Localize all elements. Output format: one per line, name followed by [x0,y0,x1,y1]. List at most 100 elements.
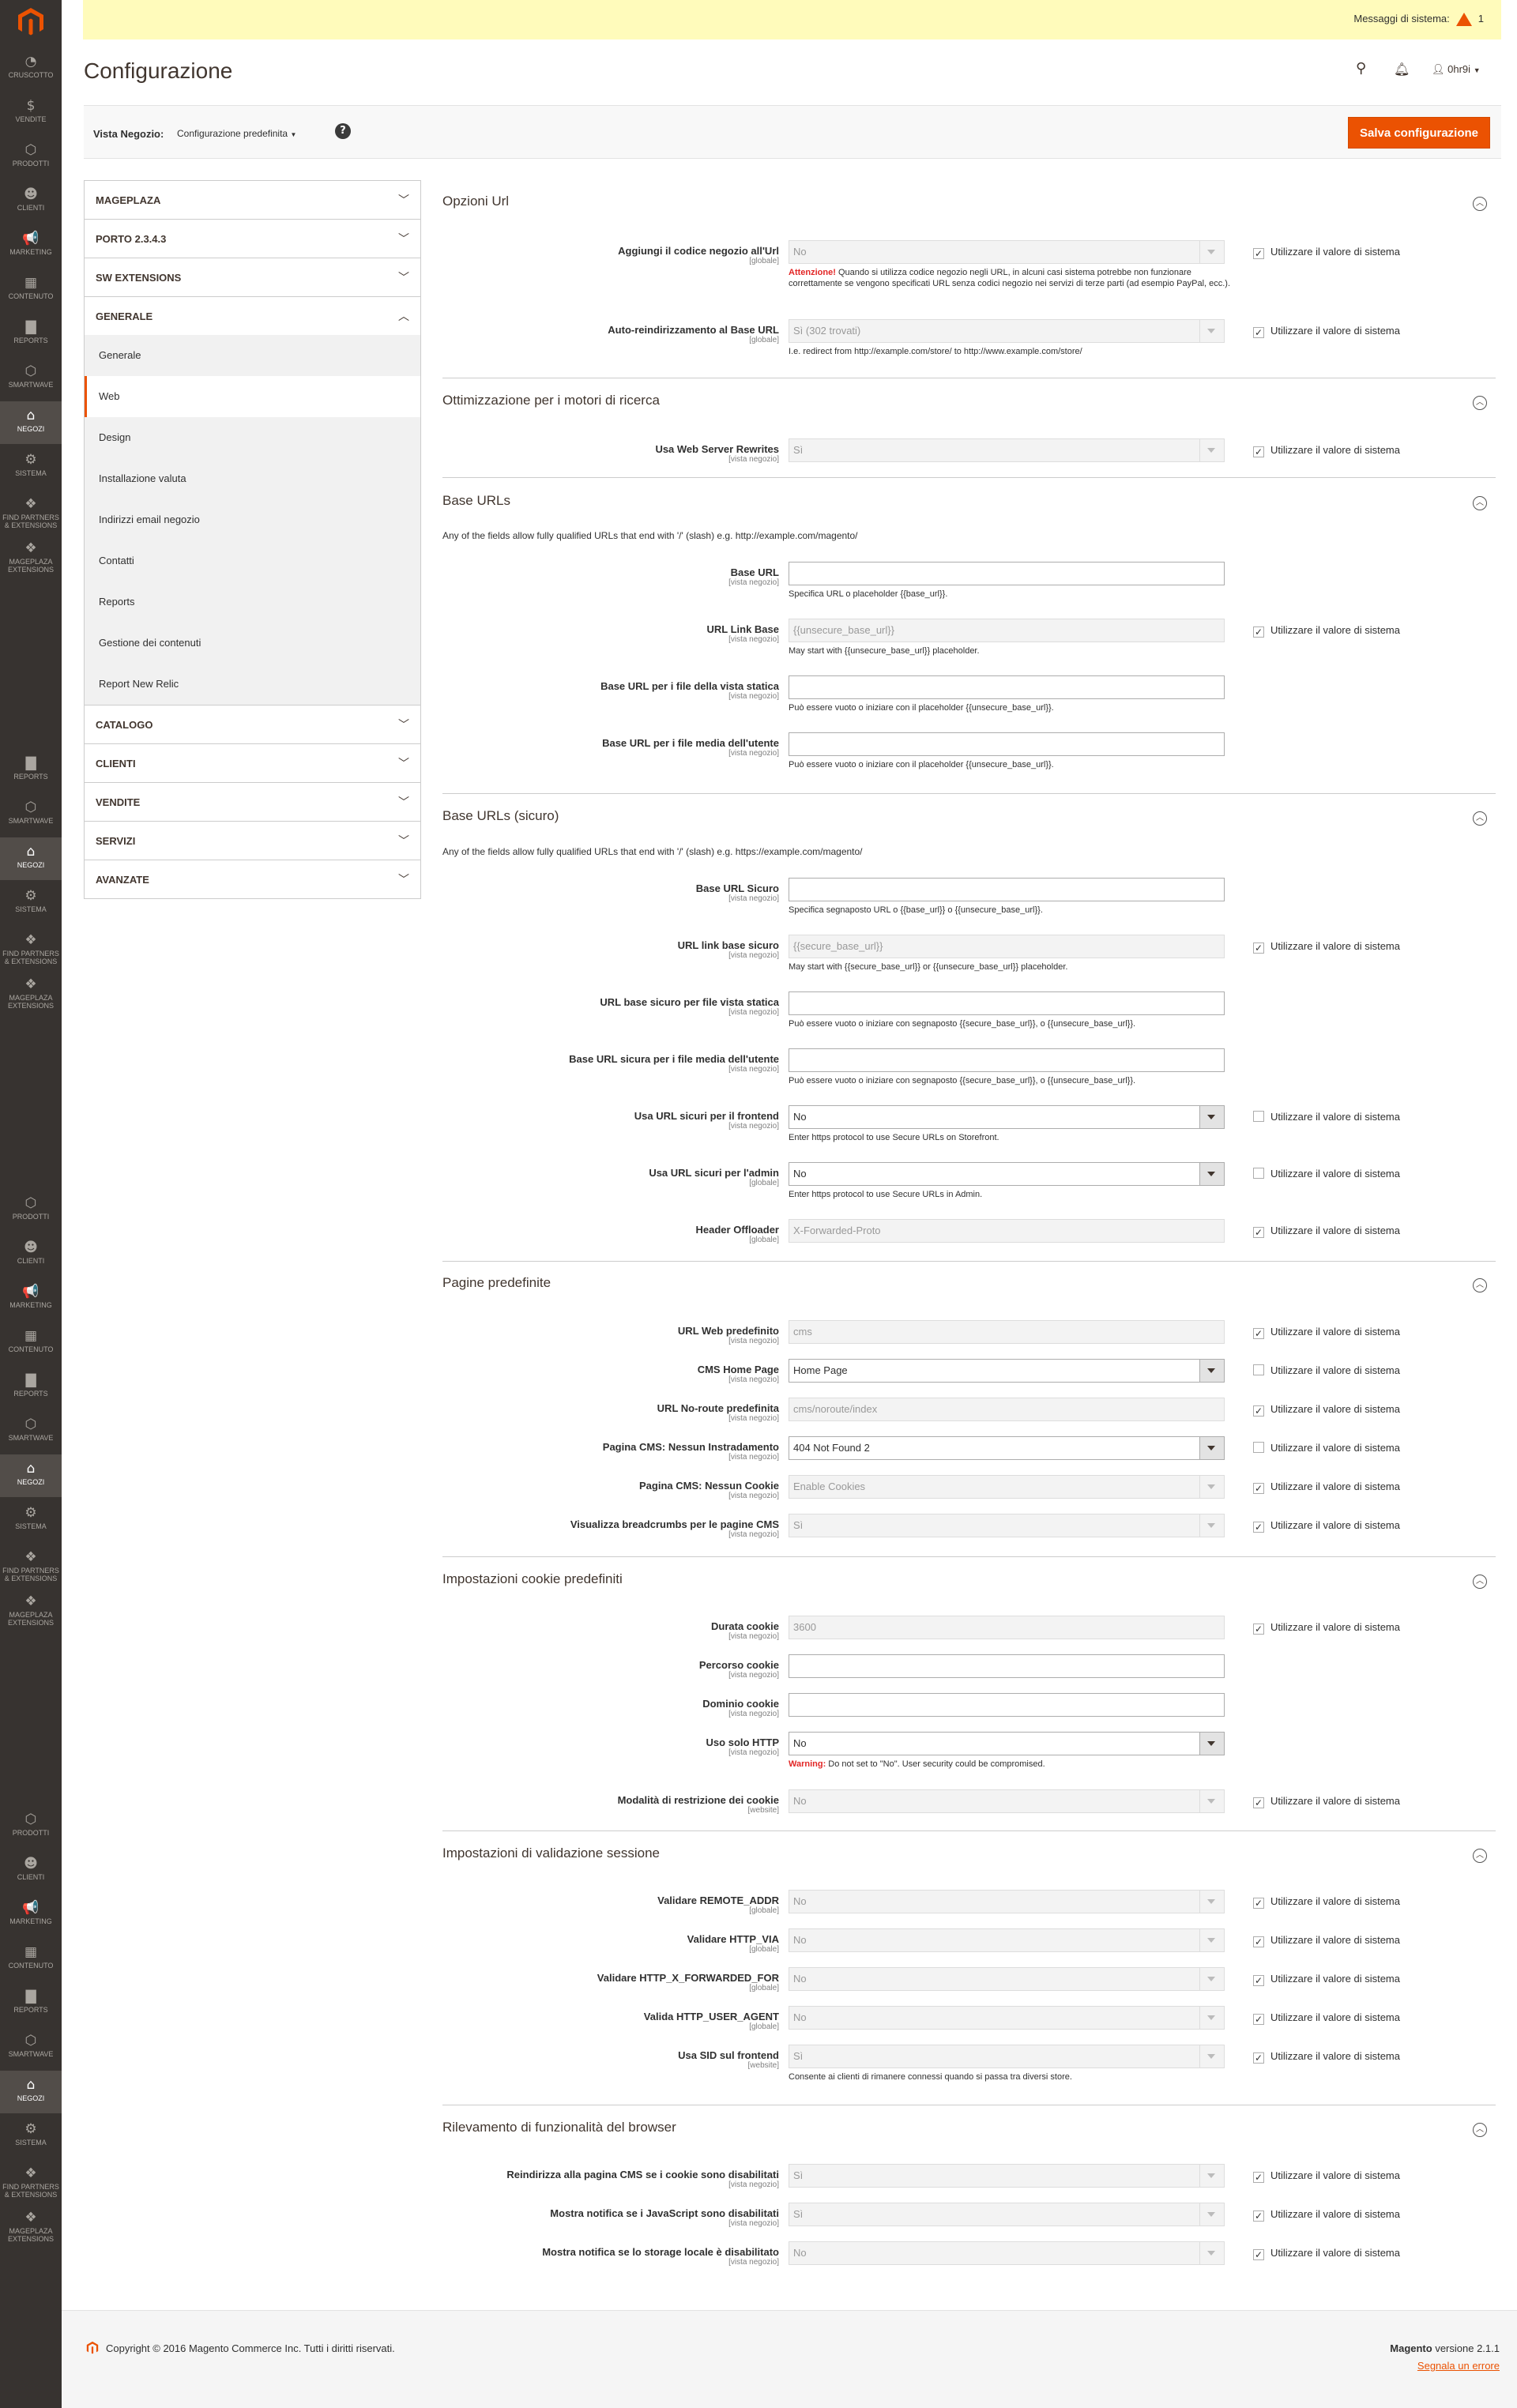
nav-item-negozi[interactable]: ⌂ NEGOZI [0,1454,62,1497]
nav-item-marketing[interactable]: 📢 MARKETING [0,224,62,267]
nav-item-negozi[interactable]: ⌂ NEGOZI [0,2071,62,2113]
tab-item-report-new-relic[interactable]: Report New Relic [85,664,420,705]
user-menu[interactable]: 👤︎ 0hr9i ▼ [1432,63,1481,76]
nav-item-vendite[interactable]: $ VENDITE [0,92,62,134]
nav-item-smartwave[interactable]: ⬡ SMARTWAVE [0,357,62,400]
use-system-value-checkbox[interactable]: ✓ Utilizzare il valore di sistema [1253,1795,1400,1808]
collapse-icon[interactable]: ︿ [1473,396,1487,410]
use-system-value-checkbox[interactable]: ✓ Utilizzare il valore di sistema [1253,2050,1400,2064]
nav-item-cruscotto[interactable]: ◔ CRUSCOTTO [0,47,62,90]
nav-item-contenuto[interactable]: ▦ CONTENUTO [0,269,62,311]
checkbox-checked[interactable]: ✓ [1253,1797,1264,1808]
use-system-value-checkbox[interactable]: ✓ Utilizzare il valore di sistema [1253,1225,1400,1238]
cms-home-page-select[interactable]: Home Page [789,1359,1225,1383]
checkbox-checked[interactable]: ✓ [1253,1328,1264,1339]
use-system-value-checkbox[interactable]: ✓ Utilizzare il valore di sistema [1253,246,1400,259]
percorso-cookie-input[interactable] [789,1654,1225,1678]
nav-item-mageplaza-extensions[interactable]: ❖ MAGEPLAZA EXTENSIONS [0,534,62,577]
checkbox-checked[interactable]: ✓ [1253,1405,1264,1417]
base-url-input[interactable] [789,562,1225,585]
help-icon[interactable]: ? [335,123,351,139]
nav-item-marketing[interactable]: 📢 MARKETING [0,1894,62,1936]
checkbox-checked[interactable]: ✓ [1253,1975,1264,1986]
tab-item-indirizzi-email-negozio[interactable]: Indirizzi email negozio [85,499,420,540]
base-url-per-i-file-media-dell-utente-input[interactable] [789,732,1225,756]
tab-item-reports[interactable]: Reports [85,581,420,623]
use-system-value-checkbox[interactable]: ✓ Utilizzare il valore di sistema [1253,1973,1400,1986]
nav-item-mageplaza-extensions[interactable]: ❖ MAGEPLAZA EXTENSIONS [0,2203,62,2246]
checkbox-checked[interactable]: ✓ [1253,248,1264,259]
base-url-per-i-file-della-vista-statica-input[interactable] [789,675,1225,699]
save-config-button[interactable]: Salva configurazione [1348,117,1490,149]
nav-item-sistema[interactable]: ⚙ SISTEMA [0,882,62,924]
checkbox-checked[interactable]: ✓ [1253,2172,1264,2183]
scope-switcher[interactable]: Configurazione predefinita ▼ [177,128,296,139]
dominio-cookie-input[interactable] [789,1693,1225,1717]
checkbox-checked[interactable]: ✓ [1253,1936,1264,1947]
url-base-sicuro-per-file-vista-statica-input[interactable] [789,991,1225,1015]
nav-item-smartwave[interactable]: ⬡ SMARTWAVE [0,793,62,836]
collapse-icon[interactable]: ︿ [1473,1278,1487,1292]
pagina-cms-nessun-instradamento-select[interactable]: 404 Not Found 2 [789,1436,1225,1460]
tab-catalogo[interactable]: CATALOGO ﹀ [84,705,421,743]
section-title[interactable]: Impostazioni di validazione sessione [442,1846,660,1861]
use-system-value-checkbox[interactable]: ✓ Utilizzare il valore di sistema [1253,2169,1400,2183]
nav-item-reports[interactable]: ▇ REPORTS [0,1982,62,2025]
collapse-icon[interactable]: ︿ [1473,811,1487,826]
collapse-icon[interactable]: ︿ [1473,496,1487,510]
checkbox-unchecked[interactable] [1253,1168,1264,1179]
uso-solo-http-select[interactable]: No [789,1732,1225,1755]
tab-item-gestione-dei-contenuti[interactable]: Gestione dei contenuti [85,623,420,664]
use-system-value-checkbox[interactable]: ✓ Utilizzare il valore di sistema [1253,1621,1400,1635]
use-system-value-checkbox[interactable]: ✓ Utilizzare il valore di sistema [1253,1481,1400,1494]
checkbox-checked[interactable]: ✓ [1253,2014,1264,2025]
checkbox-unchecked[interactable] [1253,1442,1264,1453]
tab-item-web[interactable]: Web [85,376,420,417]
nav-item-prodotti[interactable]: ⬡ PRODOTTI [0,1805,62,1848]
tab-item-contatti[interactable]: Contatti [85,540,420,581]
tab-item-generale[interactable]: Generale [85,335,420,376]
checkbox-checked[interactable]: ✓ [1253,1483,1264,1494]
nav-item-find-partners-extensions[interactable]: ❖ FIND PARTNERS & EXTENSIONS [0,1543,62,1586]
tab-vendite[interactable]: VENDITE ﹀ [84,782,421,821]
tab-mageplaza[interactable]: MAGEPLAZA ﹀ [84,180,421,219]
nav-item-reports[interactable]: ▇ REPORTS [0,1366,62,1409]
tab-avanzate[interactable]: AVANZATE ﹀ [84,860,421,898]
section-title[interactable]: Impostazioni cookie predefiniti [442,1571,623,1587]
section-title[interactable]: Ottimizzazione per i motori di ricerca [442,393,660,408]
checkbox-checked[interactable]: ✓ [1253,2210,1264,2222]
nav-item-clienti[interactable]: ☻ CLIENTI [0,180,62,223]
checkbox-checked[interactable]: ✓ [1253,1522,1264,1533]
report-error-link[interactable]: Segnala un errore [1417,2360,1500,2372]
usa-url-sicuri-per-l-admin-select[interactable]: No [789,1162,1225,1186]
checkbox-checked[interactable]: ✓ [1253,2249,1264,2260]
nav-item-smartwave[interactable]: ⬡ SMARTWAVE [0,1410,62,1453]
checkbox-checked[interactable]: ✓ [1253,446,1264,457]
nav-item-find-partners-extensions[interactable]: ❖ FIND PARTNERS & EXTENSIONS [0,2159,62,2202]
tab-item-design[interactable]: Design [85,417,420,458]
system-messages[interactable]: Messaggi di sistema: 1 [1353,13,1484,27]
collapse-icon[interactable]: ︿ [1473,2123,1487,2137]
use-system-value-checkbox[interactable]: ✓ Utilizzare il valore di sistema [1253,1519,1400,1533]
nav-item-find-partners-extensions[interactable]: ❖ FIND PARTNERS & EXTENSIONS [0,926,62,969]
tab-servizi[interactable]: SERVIZI ﹀ [84,821,421,860]
nav-item-clienti[interactable]: ☻ CLIENTI [0,1233,62,1276]
section-title[interactable]: Rilevamento di funzionalità del browser [442,2120,676,2135]
use-system-value-checkbox[interactable]: ✓ Utilizzare il valore di sistema [1253,1326,1400,1339]
nav-item-sistema[interactable]: ⚙ SISTEMA [0,2115,62,2158]
nav-item-sistema[interactable]: ⚙ SISTEMA [0,446,62,488]
tab-porto-2-3-4-3[interactable]: PORTO 2.3.4.3 ﹀ [84,219,421,258]
nav-item-smartwave[interactable]: ⬡ SMARTWAVE [0,2026,62,2069]
nav-item-clienti[interactable]: ☻ CLIENTI [0,1849,62,1892]
nav-item-mageplaza-extensions[interactable]: ❖ MAGEPLAZA EXTENSIONS [0,970,62,1013]
tab-clienti[interactable]: CLIENTI ﹀ [84,743,421,782]
section-title[interactable]: Pagine predefinite [442,1275,551,1291]
checkbox-unchecked[interactable] [1253,1364,1264,1375]
collapse-icon[interactable]: ︿ [1473,197,1487,211]
nav-item-negozi[interactable]: ⌂ NEGOZI [0,837,62,880]
nav-item-mageplaza-extensions[interactable]: ❖ MAGEPLAZA EXTENSIONS [0,1587,62,1630]
tab-item-installazione-valuta[interactable]: Installazione valuta [85,458,420,499]
use-system-value-checkbox[interactable]: ✓ Utilizzare il valore di sistema [1253,444,1400,457]
collapse-icon[interactable]: ︿ [1473,1849,1487,1863]
use-system-value-checkbox[interactable]: Utilizzare il valore di sistema [1253,1111,1400,1123]
